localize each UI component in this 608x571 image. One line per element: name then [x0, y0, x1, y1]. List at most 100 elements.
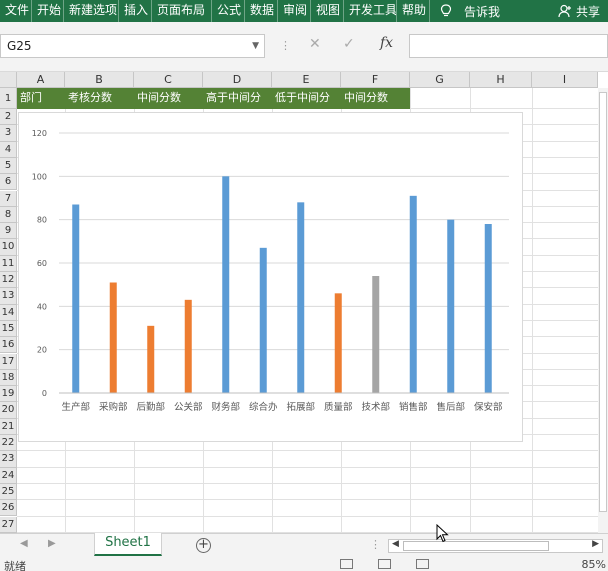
page-layout-view-icon[interactable] — [378, 559, 391, 569]
x-tick-label: 技术部 — [361, 401, 390, 413]
column-header-c[interactable]: C — [134, 72, 203, 88]
column-header-a[interactable]: A — [17, 72, 65, 88]
tab-data[interactable]: 数据 — [245, 0, 278, 22]
bar-保安部 — [484, 224, 492, 393]
row-header-20[interactable]: 20 — [0, 402, 17, 419]
column-header-b[interactable]: B — [65, 72, 134, 88]
column-header-d[interactable]: D — [203, 72, 272, 88]
tab-page-layout[interactable]: 页面布局 — [152, 0, 212, 22]
row-header-4[interactable]: 4 — [0, 141, 17, 158]
header-cell-score[interactable]: 考核分数 — [65, 88, 134, 109]
row-header-19[interactable]: 19 — [0, 386, 17, 403]
row-header-2[interactable]: 2 — [0, 109, 17, 126]
row-header-8[interactable]: 8 — [0, 206, 17, 224]
row-header-17[interactable]: 17 — [0, 353, 17, 370]
row-header-13[interactable]: 13 — [0, 288, 17, 305]
bar-公关部 — [184, 299, 192, 393]
tab-split-handle-icon[interactable]: ⋮ — [370, 538, 381, 551]
tab-formulas[interactable]: 公式 — [212, 0, 245, 22]
row-header-1[interactable]: 1 — [0, 88, 17, 109]
header-cell-median[interactable]: 中间分数 — [134, 88, 203, 109]
bar-拓展部 — [297, 202, 305, 393]
row-header-25[interactable]: 25 — [0, 483, 17, 501]
row-header-10[interactable]: 10 — [0, 239, 17, 256]
header-cell-below-median[interactable]: 低于中间分 — [272, 88, 341, 109]
row-header-22[interactable]: 22 — [0, 435, 17, 452]
select-all-button[interactable] — [0, 72, 17, 88]
row-header-24[interactable]: 24 — [0, 467, 17, 484]
vertical-scrollbar[interactable] — [598, 88, 608, 533]
x-tick-label: 保安部 — [474, 401, 503, 413]
header-cell-department[interactable]: 部门 — [17, 88, 65, 109]
chevron-down-icon[interactable]: ▼ — [252, 35, 259, 57]
row-header-21[interactable]: 21 — [0, 418, 17, 435]
y-tick-label: 0 — [42, 389, 47, 398]
tab-insert[interactable]: 插入 — [119, 0, 152, 22]
header-cell-above-median[interactable]: 高于中间分 — [203, 88, 272, 109]
column-header-g[interactable]: G — [410, 72, 470, 88]
tab-view[interactable]: 视图 — [311, 0, 344, 22]
bar-生产部 — [72, 204, 80, 393]
row-header-11[interactable]: 11 — [0, 255, 17, 272]
tab-file[interactable]: 文件 — [0, 0, 32, 22]
horizontal-scroll-thumb[interactable] — [403, 541, 549, 551]
cancel-icon[interactable]: ✕ — [309, 36, 321, 52]
normal-view-icon[interactable] — [340, 559, 353, 569]
share-label: 共享 — [575, 4, 600, 19]
bar-chart[interactable]: 0 20 40 60 80 100 120 生产部 采购部 后勤部 公关部 财务部 综合办 拓展部 质量部技… — [18, 112, 523, 442]
ribbon-tabs: 文件 开始 新建选项 插入 页面布局 公式 数据 审阅 视图 开发工具 帮助 告… — [0, 0, 608, 22]
header-cell-median-2[interactable]: 中间分数 — [341, 88, 410, 109]
row-header-9[interactable]: 9 — [0, 223, 17, 240]
add-sheet-icon[interactable]: + — [196, 538, 211, 553]
x-tick-label: 综合办 — [249, 401, 278, 413]
next-sheet-icon[interactable]: ▶ — [48, 538, 56, 549]
x-tick-label: 公关部 — [174, 401, 203, 413]
scroll-left-icon[interactable]: ◀ — [392, 539, 399, 549]
spreadsheet-grid[interactable]: A B C D E F G H I 部门 考核分数 中间分数 高于中间分 低于中… — [0, 72, 608, 533]
prev-sheet-icon[interactable]: ◀ — [20, 538, 28, 549]
row-header-12[interactable]: 12 — [0, 272, 17, 289]
row-header-15[interactable]: 15 — [0, 320, 17, 338]
tab-home[interactable]: 开始 — [32, 0, 64, 22]
name-box[interactable]: G25 ▼ — [0, 34, 265, 58]
vertical-scroll-thumb[interactable] — [599, 92, 607, 512]
row-header-16[interactable]: 16 — [0, 337, 17, 354]
row-header-3[interactable]: 3 — [0, 125, 17, 142]
insert-function-icon[interactable]: fx — [380, 35, 393, 51]
zoom-level[interactable]: 85% — [582, 558, 606, 571]
sheet-tab-sheet1[interactable]: Sheet1 — [94, 533, 162, 556]
tab-review[interactable]: 审阅 — [278, 0, 311, 22]
horizontal-scrollbar[interactable]: ◀ ▶ — [388, 539, 603, 553]
row-header-7[interactable]: 7 — [0, 190, 17, 207]
row-header-23[interactable]: 23 — [0, 451, 17, 468]
x-tick-label: 后勤部 — [136, 401, 165, 413]
row-header-26[interactable]: 26 — [0, 500, 17, 517]
scroll-right-icon[interactable]: ▶ — [592, 539, 599, 549]
column-header-i[interactable]: I — [532, 72, 598, 88]
page-break-view-icon[interactable] — [416, 559, 429, 569]
x-tick-label: 生产部 — [61, 401, 90, 413]
share-button[interactable]: 共享 — [558, 0, 600, 22]
column-header-e[interactable]: E — [272, 72, 341, 88]
row-header-18[interactable]: 18 — [0, 369, 17, 387]
row-header-6[interactable]: 6 — [0, 174, 17, 191]
row-header-14[interactable]: 14 — [0, 304, 17, 321]
tell-me-label: 告诉我 — [464, 4, 501, 19]
tab-help[interactable]: 帮助 — [397, 0, 430, 22]
tell-me-box[interactable]: 告诉我 — [430, 3, 500, 20]
row-header-5[interactable]: 5 — [0, 157, 17, 175]
formula-input[interactable] — [409, 34, 608, 58]
x-tick-label: 售后部 — [436, 401, 465, 413]
status-ready: 就绪 — [4, 560, 26, 571]
status-bar: 就绪 85% — [0, 557, 608, 571]
x-tick-label: 拓展部 — [286, 401, 315, 413]
drag-handle-icon[interactable]: ⋮ — [280, 39, 291, 52]
formula-bar: G25 ▼ ⋮ ✕ ✓ fx — [0, 22, 608, 72]
tab-developer[interactable]: 开发工具 — [344, 0, 397, 22]
column-header-f[interactable]: F — [341, 72, 410, 88]
row-header-27[interactable]: 27 — [0, 516, 17, 533]
column-header-h[interactable]: H — [470, 72, 532, 88]
enter-icon[interactable]: ✓ — [343, 36, 355, 52]
y-tick-label: 120 — [32, 129, 47, 138]
tab-new-options[interactable]: 新建选项 — [64, 0, 119, 22]
